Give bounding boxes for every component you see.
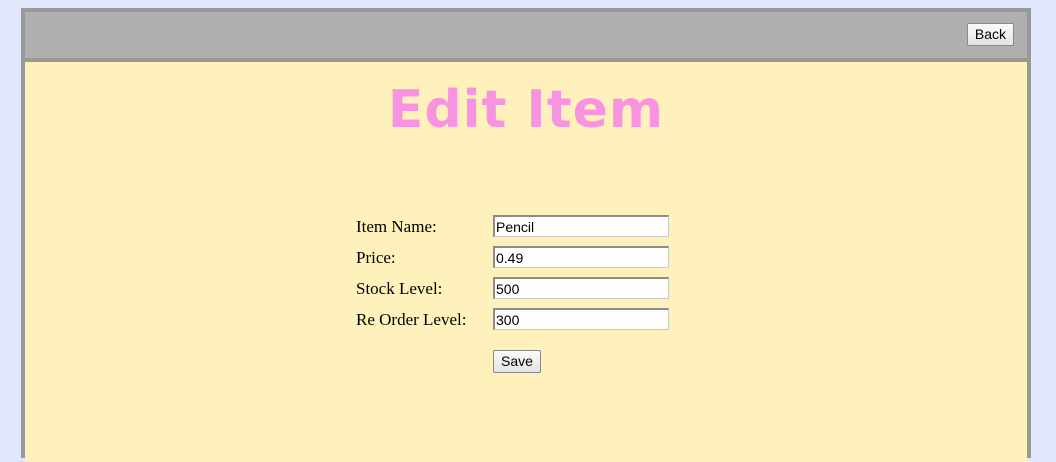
back-button[interactable]: Back: [966, 23, 1014, 46]
page-title: Edit Item: [387, 80, 665, 140]
header-bar: Back: [25, 12, 1027, 58]
item-name-label: Item Name:: [356, 217, 437, 236]
price-label: Price:: [356, 248, 396, 267]
reorder-level-field[interactable]: [493, 308, 669, 330]
stock-level-field[interactable]: [493, 277, 669, 299]
save-button[interactable]: Save: [493, 350, 541, 373]
app-frame: Back Edit Item Item Name: Price: Stock L…: [21, 8, 1031, 462]
stock-level-label: Stock Level:: [356, 279, 443, 298]
reorder-level-label: Re Order Level:: [356, 310, 467, 329]
item-name-field[interactable]: [493, 215, 669, 237]
main-content: Edit Item Item Name: Price: Stock Level:…: [25, 62, 1027, 462]
price-field[interactable]: [493, 246, 669, 268]
